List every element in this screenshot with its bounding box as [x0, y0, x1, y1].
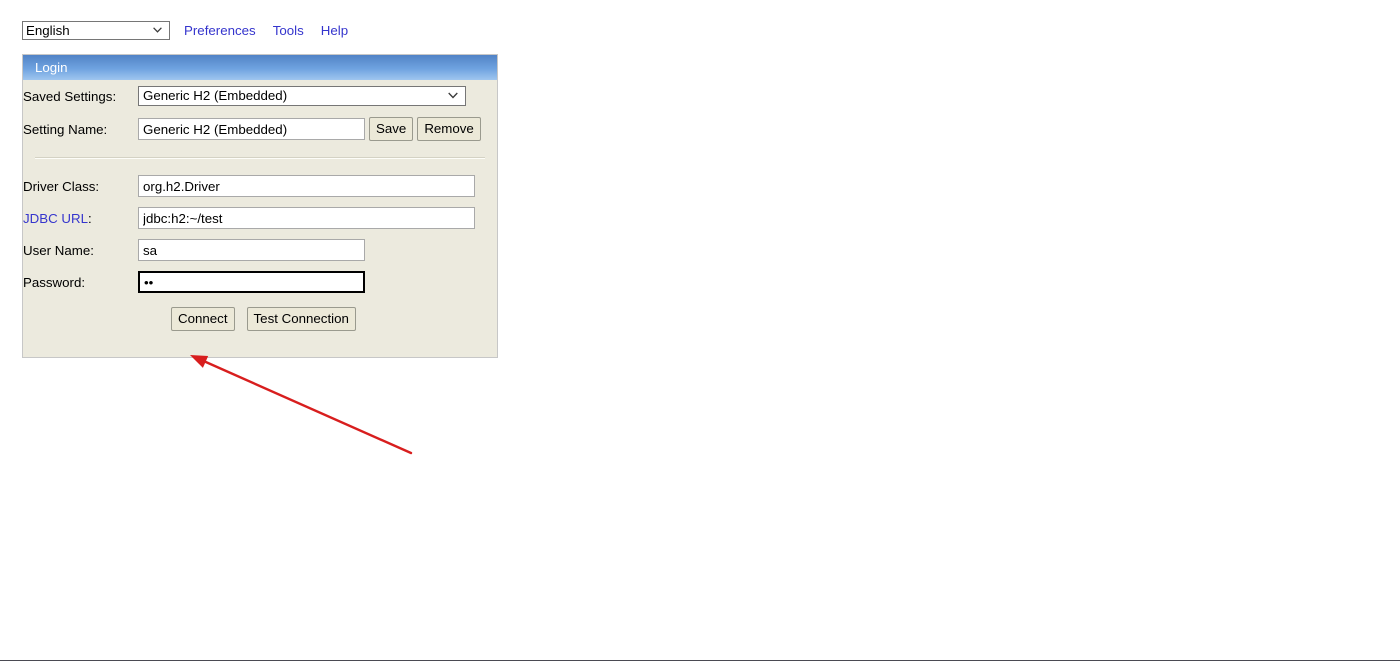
password-row: Password: — [23, 266, 475, 298]
setting-name-control-cell: Save Remove — [138, 112, 481, 146]
nav-link-preferences[interactable]: Preferences — [184, 23, 256, 38]
user-name-row: User Name: — [23, 234, 475, 266]
test-connection-button[interactable]: Test Connection — [246, 307, 356, 331]
password-input[interactable] — [138, 271, 365, 293]
setting-name-label: Setting Name: — [23, 121, 108, 137]
saved-settings-select-wrapper[interactable]: Generic H2 (Embedded) — [138, 86, 466, 106]
user-name-input[interactable] — [138, 239, 365, 261]
nav-link-help[interactable]: Help — [321, 23, 348, 38]
nav-link-tools[interactable]: Tools — [273, 23, 304, 38]
login-panel-header: Login — [23, 55, 497, 80]
password-label: Password: — [23, 274, 86, 290]
remove-button[interactable]: Remove — [417, 117, 481, 141]
password-control-cell — [138, 266, 475, 298]
top-toolbar: English Preferences Tools Help — [22, 21, 348, 40]
driver-class-row: Driver Class: — [23, 170, 475, 202]
connection-form: Driver Class: JDBC URL: User Name: Passw… — [23, 170, 475, 298]
login-action-buttons: Connect Test Connection — [23, 298, 497, 331]
driver-class-input[interactable] — [138, 175, 475, 197]
language-select[interactable]: English — [22, 21, 170, 40]
jdbc-url-label: JDBC URL: — [23, 202, 138, 234]
setting-name-row: Setting Name: Save Remove — [23, 112, 481, 146]
driver-class-label: Driver Class: — [23, 178, 100, 194]
form-divider — [35, 157, 485, 159]
user-name-label: User Name: — [23, 242, 94, 258]
login-panel-body: Saved Settings: Generic H2 (Embedded) Se… — [23, 80, 497, 331]
jdbc-url-help-link[interactable]: JDBC URL — [23, 211, 88, 226]
save-button[interactable]: Save — [369, 117, 414, 141]
saved-settings-label: Saved Settings: — [23, 88, 117, 104]
bottom-rule — [0, 660, 1400, 661]
jdbc-url-row: JDBC URL: — [23, 202, 475, 234]
saved-settings-select[interactable]: Generic H2 (Embedded) — [138, 86, 466, 106]
toolbar-links: Preferences Tools Help — [184, 23, 348, 38]
connect-button[interactable]: Connect — [171, 307, 235, 331]
jdbc-url-input[interactable] — [138, 207, 475, 229]
saved-settings-row: Saved Settings: Generic H2 (Embedded) — [23, 80, 481, 112]
red-pointer-arrow — [190, 355, 413, 455]
language-select-wrapper[interactable]: English — [22, 21, 170, 40]
saved-settings-form: Saved Settings: Generic H2 (Embedded) Se… — [23, 80, 481, 146]
driver-class-control-cell — [138, 170, 475, 202]
setting-name-buttons: Save Remove — [369, 117, 481, 141]
user-name-control-cell — [138, 234, 475, 266]
setting-name-input[interactable] — [138, 118, 365, 140]
login-panel: Login Saved Settings: Generic H2 (Embedd… — [22, 54, 498, 358]
saved-settings-control-cell: Generic H2 (Embedded) — [138, 80, 481, 112]
jdbc-url-label-colon: : — [88, 210, 92, 226]
jdbc-url-control-cell — [138, 202, 475, 234]
